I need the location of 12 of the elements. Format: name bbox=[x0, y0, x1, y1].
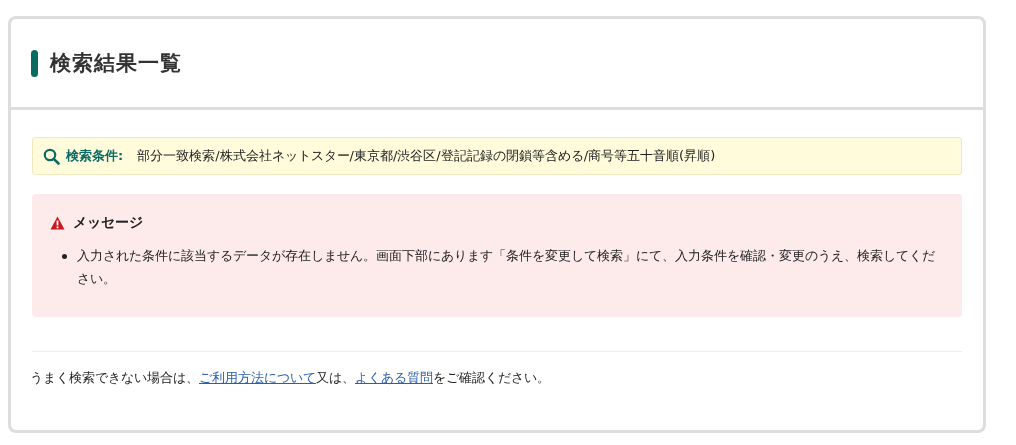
page-title: 検索結果一覧 bbox=[50, 50, 182, 77]
message-text: 入力された条件に該当するデータが存在しません。画面下部にあります「条件を変更して検索」にて、入力条件を確認・変更のうえ、検索してください。 bbox=[77, 247, 936, 288]
heading-accent-bar bbox=[31, 49, 38, 77]
conditions-value: 部分一致検索/株式会社ネットスター/東京都/渋谷区/登記記録の閉鎖等含める/商号等五十音順(昇順) bbox=[137, 147, 716, 165]
warning-icon bbox=[50, 216, 65, 230]
help-link[interactable]: ご利用方法について bbox=[199, 370, 316, 385]
message-title: メッセージ bbox=[73, 214, 143, 232]
help-text: うまく検索できない場合は、ご利用方法について又は、よくある質問をご確認ください。 bbox=[30, 369, 551, 387]
search-icon bbox=[43, 147, 60, 165]
conditions-label: 検索条件: bbox=[66, 147, 124, 165]
bullet-icon bbox=[62, 254, 67, 259]
help-link[interactable]: よくある質問 bbox=[355, 370, 433, 385]
